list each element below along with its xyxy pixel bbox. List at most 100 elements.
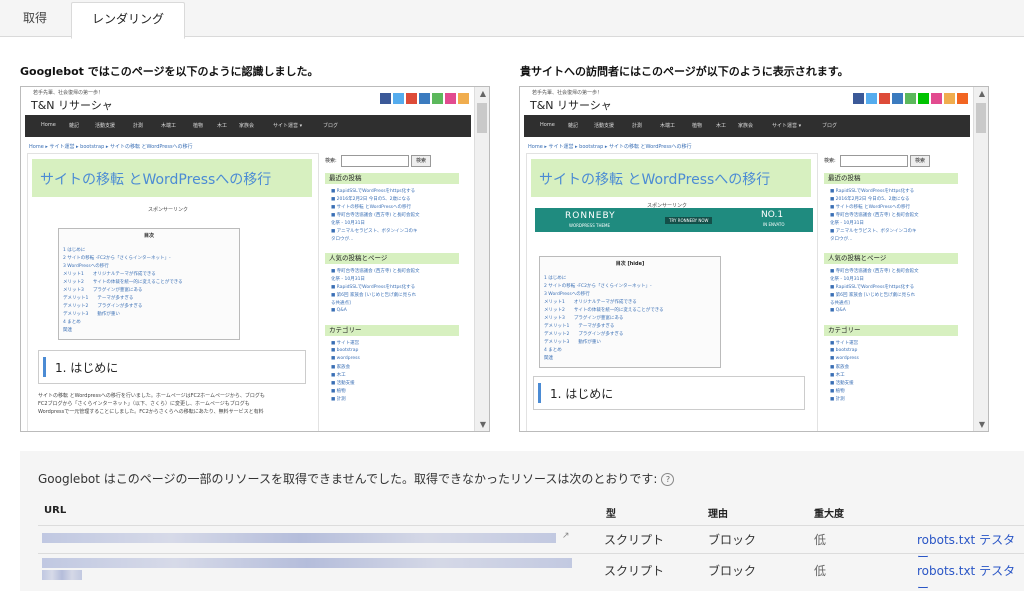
scroll-up-icon[interactable]: ▲ [979, 89, 985, 98]
googlebot-render-preview: 若手先輩、社会復帰の第一歩！ T&N リサーシャ Home 雑記 活動支援 計測 木端工… [20, 86, 490, 432]
toc-item: 4 まとめ [544, 348, 562, 353]
toc-item: デメリット2 プラグインが多すぎる [544, 332, 624, 337]
toc-item: デメリット1 テーマが多すぎる [63, 296, 134, 301]
sidebar-link: ■ bootstrap [331, 348, 359, 353]
toc-item: 1 はじめに [544, 276, 567, 281]
sidebar-link: ■ サイトの移転 とWordPressへの移行 [331, 205, 412, 210]
site-title: T&N リサーシャ [31, 99, 113, 112]
sidebar-link: ■ サイト運営 [331, 341, 360, 346]
search-input [341, 155, 409, 167]
preview-scrollbar[interactable]: ▲ ▼ [474, 87, 489, 431]
sidebar-link: ■ 木工 [331, 373, 346, 378]
scroll-down-icon[interactable]: ▼ [480, 420, 486, 429]
post-main: サイトの移転 とWordPressへの移行 スポンサーリンク RONNEBY W… [526, 153, 818, 431]
search-label: 検索: [824, 158, 836, 164]
sidebar-link: ■ 植物 [830, 389, 845, 394]
toc-item: デメリット1 テーマが多すぎる [544, 324, 615, 329]
ad-button: TRY RONNEBY NOW [665, 217, 713, 224]
recent-posts-heading: 最近の投稿 [824, 173, 958, 184]
resource-type: スクリプト [604, 533, 665, 547]
search-input [840, 155, 908, 167]
toc-item: メリット2 サイトの体裁を統一的に変えることができる [544, 308, 664, 313]
ad-subtitle: WORDPRESS THEME [569, 223, 610, 228]
resource-reason: ブロック [708, 564, 757, 578]
sidebar-link: ■ RapidSSLでWordPressをhttps化する [331, 189, 416, 194]
sidebar-link: ■ 寺町台寺活協議会 (西方寺) と長町会館文 [331, 269, 420, 274]
site-title: T&N リサーシャ [530, 99, 612, 112]
toc-item: 2 サイトの移転 -FC2から「さくらインターネット」- [544, 284, 652, 289]
sidebar-link: ■ サイトの移転 とWordPressへの移行 [830, 205, 911, 210]
toc-item: メリット2 サイトの体裁を統一的に変えることができる [63, 280, 183, 285]
toc-title: 目次 [hide] [615, 261, 645, 267]
site-tagline: 若手先輩、社会復帰の第一歩！ [532, 90, 603, 96]
visitor-render-preview: 若手先輩、社会復帰の第一歩！ T&N リサーシャ Home 雑記 活動支援 計測 木端工… [519, 86, 989, 432]
sidebar-link: タロウが… [331, 237, 354, 242]
sidebar: 検索: 検索 最近の投稿 ■ RapidSSLでWordPressをhttps化… [323, 153, 463, 431]
sidebar-link: ■ アニマルセラピスト、ボタンインコのキ [331, 229, 418, 234]
toc-item: 1 はじめに [63, 248, 86, 253]
column-header-type: 型 [606, 509, 616, 520]
table-of-contents: 目次 1 はじめに 2 サイトの移転 -FC2から「さくらインターネット」- 3… [58, 228, 240, 340]
sidebar-link: 化祭 - 10月31日 [331, 277, 365, 282]
blocked-resources-message: Googlebot はこのページの一部のリソースを取得できませんでした。取得でき… [38, 470, 675, 487]
scroll-up-icon[interactable]: ▲ [480, 89, 486, 98]
sidebar-link: る共通点] [331, 301, 351, 306]
toc-item: 4 まとめ [63, 320, 81, 325]
sidebar-link: ■ wordpress [331, 356, 360, 361]
toc-item: メリット1 オリジナルテーマが作成できる [544, 300, 637, 305]
tab-rendering[interactable]: レンダリング [71, 2, 185, 39]
preview-scrollbar[interactable]: ▲ ▼ [973, 87, 988, 431]
post-body: サイトの移転 とWordpressへの移行を行いました。ホームページはFC2ホー… [38, 393, 265, 415]
popular-posts-heading: 人気の投稿とページ [325, 253, 459, 264]
sidebar-link: ■ 植物 [331, 389, 346, 394]
help-icon[interactable]: ? [661, 473, 675, 486]
external-link-icon[interactable]: ↗ [562, 531, 570, 541]
tab-fetch[interactable]: 取得 [0, 0, 70, 36]
search-button: 検索 [411, 155, 431, 167]
toc-item: メリット1 オリジナルテーマが作成できる [63, 272, 156, 277]
toc-title: 目次 [143, 233, 154, 239]
toc-item: 3 WordPressへの移行 [63, 264, 109, 269]
social-share-icons [380, 93, 469, 104]
toc-item: メリット3 プラグインが豊富にある [544, 316, 624, 321]
sidebar-link: ■ 計測 [830, 397, 845, 402]
blurred-url-continuation [42, 570, 82, 580]
blurred-url[interactable] [42, 558, 572, 568]
blurred-url[interactable] [42, 533, 556, 543]
scroll-down-icon[interactable]: ▼ [979, 420, 985, 429]
resource-reason: ブロック [708, 533, 757, 547]
sidebar-link: タロウが… [830, 237, 853, 242]
toc-item: 2 サイトの移転 -FC2から「さくらインターネット」- [63, 256, 171, 261]
ad-rank: NO.1 [761, 210, 784, 220]
sidebar-link: ■ 第6回 家族会 [いじめと告げ劇に見られ [830, 293, 916, 298]
ad-brand: RONNEBY [565, 211, 616, 221]
resource-severity: 低 [814, 564, 827, 578]
category-heading: カテゴリー [325, 325, 459, 336]
post-title-band: サイトの移転 とWordPressへの移行 [32, 159, 312, 197]
sidebar-link: ■ RapidSSLでWordPressをhttps化する [331, 285, 416, 290]
robots-tester-link[interactable]: robots.txt テスター [917, 531, 1024, 565]
sidebar-link: る共通点] [830, 301, 850, 306]
sidebar-link: ■ 計測 [331, 397, 346, 402]
sidebar-link: ■ RapidSSLでWordPressをhttps化する [830, 285, 915, 290]
post-main: サイトの移転 とWordPressへの移行 スポンサーリンク 目次 1 はじめに… [27, 153, 319, 431]
section-heading-box: 1. はじめに [38, 350, 306, 384]
blocked-resources-panel: Googlebot はこのページの一部のリソースを取得できませんでした。取得でき… [20, 451, 1024, 595]
sidebar-link: ■ Q&A [830, 308, 846, 313]
sidebar: 検索: 検索 最近の投稿 ■ RapidSSLでWordPressをhttps化… [822, 153, 962, 431]
googlebot-heading: Googlebot ではこのページを以下のように認識しました。 [20, 65, 319, 78]
toc-item: デメリット3 動作が重い [63, 312, 120, 317]
sidebar-link: 化祭 - 10月31日 [830, 277, 864, 282]
sidebar-link: ■ 2016年2月2日 今日の5、2歳になる [331, 197, 411, 202]
sidebar-link: ■ bootstrap [830, 348, 858, 353]
sidebar-link: ■ RapidSSLでWordPressをhttps化する [830, 189, 915, 194]
visitor-heading: 貴サイトへの訪問者にはこのページが以下のように表示されます。 [520, 65, 849, 78]
sidebar-link: ■ 第6回 家族会 [いじめと告げ劇に見られ [331, 293, 417, 298]
column-header-url: URL [44, 505, 67, 516]
search-button: 検索 [910, 155, 930, 167]
ad-banner[interactable]: RONNEBY WORDPRESS THEME TRY RONNEBY NOW … [535, 208, 813, 232]
table-of-contents: 目次 [hide] 1 はじめに 2 サイトの移転 -FC2から「さくらインター… [539, 256, 721, 368]
breadcrumb: Home ▸ サイト運営 ▸ bootstrap ▸ サイトの移転 とWordP… [528, 144, 692, 150]
toc-item: 関連 [544, 356, 553, 361]
sidebar-link: ■ wordpress [830, 356, 859, 361]
